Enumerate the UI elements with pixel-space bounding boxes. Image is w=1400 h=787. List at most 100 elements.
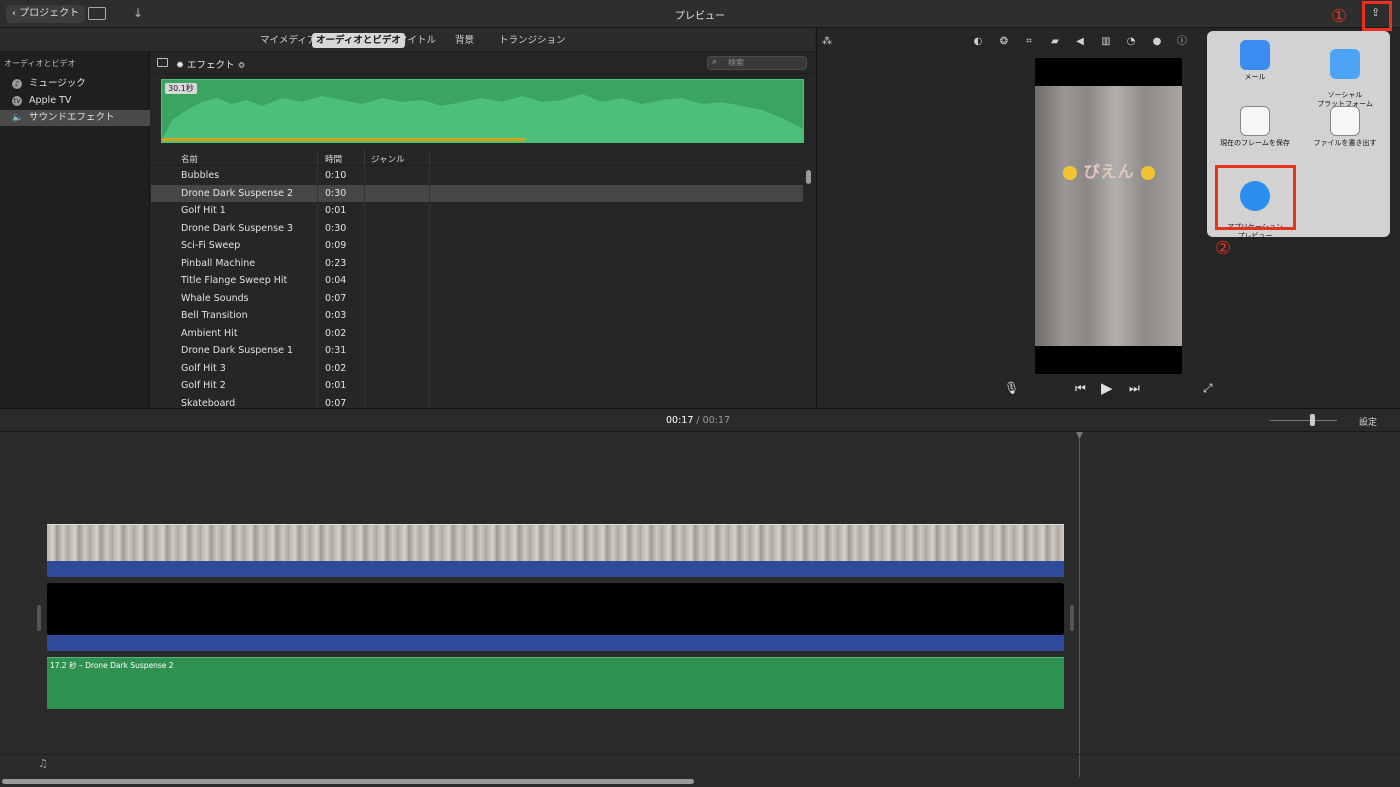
tab-backgrounds[interactable]: 背景 <box>451 33 478 48</box>
list-item[interactable]: Ambient Hit 0:02 <box>151 325 803 343</box>
playhead-marker[interactable] <box>1076 432 1083 439</box>
list-item[interactable]: Drone Dark Suspense 1 0:31 <box>151 342 803 360</box>
sidebar-toggle-icon[interactable] <box>157 58 168 67</box>
search-input[interactable]: 検索 <box>707 56 807 70</box>
toolbar: ‹ プロジェクト ↓ プレビュー <box>0 0 1400 28</box>
time-separator: / <box>696 415 700 426</box>
color-balance-icon[interactable]: ◐ <box>972 36 984 48</box>
timeline-scrollbar[interactable] <box>2 779 694 784</box>
sidebar: オーディオとビデオ ♪ ミュージック tv Apple TV 🔈 サウンドエフェ… <box>0 52 150 408</box>
item-name: Drone Dark Suspense 3 <box>181 222 294 234</box>
window-title: プレビュー <box>675 11 725 22</box>
column-genre[interactable]: ジャンル <box>371 153 405 165</box>
settings-button[interactable]: 設定 <box>1359 415 1377 428</box>
media-browser: ✹ エフェクト ≎ 検索 ⌕ 30.1秒 名前 時間 ジャンル Bubbles 0… <box>151 52 815 408</box>
list-item[interactable]: Pinball Machine 0:23 <box>151 255 803 273</box>
zoom-slider[interactable] <box>1270 420 1337 421</box>
timeline-toolbar: 00:17 / 00:17 設定 <box>0 408 1400 432</box>
list-item[interactable]: Bell Transition 0:03 <box>151 307 803 325</box>
list-item[interactable]: Golf Hit 1 0:01 <box>151 202 803 220</box>
item-time: 0:04 <box>325 275 347 286</box>
volume-icon[interactable]: ◀ <box>1074 36 1086 48</box>
trim-handle-right[interactable] <box>1070 605 1074 631</box>
list-item[interactable]: Whale Sounds 0:07 <box>151 290 803 308</box>
annotation-1: ① <box>1331 6 1348 27</box>
category-popup[interactable]: ✹ エフェクト ≎ <box>176 57 245 71</box>
column-divider <box>429 167 430 408</box>
share-social[interactable]: ソーシャル プラットフォーム <box>1300 40 1390 109</box>
column-duration[interactable]: 時間 <box>325 153 342 165</box>
item-time: 0:07 <box>325 397 347 409</box>
noise-reduction-icon[interactable]: ● <box>1151 36 1163 48</box>
column-name[interactable]: 名前 <box>181 153 198 165</box>
magic-wand-icon[interactable]: ⁂ <box>821 36 833 48</box>
sidebar-item-sound-effects[interactable]: 🔈 サウンドエフェクト <box>0 110 150 126</box>
info-icon[interactable]: ⓘ <box>1176 36 1188 48</box>
item-time: 0:01 <box>325 380 347 391</box>
item-name: Title Flange Sweep Hit <box>181 275 288 286</box>
item-name: Ambient Hit <box>181 327 238 339</box>
waveform-preview[interactable]: 30.1秒 <box>161 79 804 143</box>
selection-range[interactable] <box>162 138 526 141</box>
sparkle-icon: ✹ <box>176 60 187 71</box>
video-frame: ぴえん <box>1035 86 1182 346</box>
list-item[interactable]: Golf Hit 3 0:02 <box>151 360 803 378</box>
list-scrollbar[interactable] <box>806 170 811 184</box>
sidebar-item-music[interactable]: ♪ ミュージック <box>0 76 150 92</box>
equalizer-icon[interactable]: ▥ <box>1100 36 1112 48</box>
total-time: 00:17 <box>702 415 731 426</box>
share-button[interactable]: ⇪ <box>1362 1 1392 31</box>
tab-my-media[interactable]: マイメディア <box>256 33 320 48</box>
share-export-file[interactable]: ファイルを書き出す <box>1300 106 1390 148</box>
color-palette-icon[interactable]: ❂ <box>998 36 1010 48</box>
list-item[interactable]: Drone Dark Suspense 3 0:30 <box>151 220 803 238</box>
share-email-label: メール <box>1244 73 1266 81</box>
list-header: 名前 時間 ジャンル <box>151 150 803 166</box>
microphone-icon[interactable]: 🎙 <box>1004 381 1019 395</box>
crop-icon[interactable]: ⌗ <box>1023 36 1035 48</box>
sidebar-item-label: ミュージック <box>29 78 86 89</box>
black-clip[interactable] <box>47 583 1064 635</box>
item-time: 0:07 <box>325 292 347 304</box>
tab-titles[interactable]: タイトル <box>394 33 440 48</box>
search-icon: ⌕ <box>712 57 718 67</box>
sidebar-item-appletv[interactable]: tv Apple TV <box>0 93 150 109</box>
sound-list: Bubbles 0:10 Drone Dark Suspense 2 0:30 Go… <box>151 167 803 408</box>
audio-clip-label: 17.2 秒 – Drone Dark Suspense 2 <box>50 661 174 670</box>
video-preview: ぴえん <box>1035 58 1182 374</box>
item-name: Drone Dark Suspense 1 <box>181 345 294 356</box>
play-button[interactable]: ▶ <box>1101 379 1113 397</box>
item-name: Golf Hit 2 <box>181 380 226 391</box>
appletv-icon: tv <box>12 96 22 106</box>
zoom-slider-knob[interactable] <box>1310 414 1315 426</box>
timecode: 00:17 / 00:17 <box>666 415 730 426</box>
list-item[interactable]: Bubbles 0:10 <box>151 167 803 185</box>
share-save-frame-label: 現在のフレームを保存 <box>1220 139 1290 147</box>
list-item[interactable]: Skateboard 0:07 <box>151 395 803 409</box>
audio-clip[interactable]: 17.2 秒 – Drone Dark Suspense 2 <box>47 657 1064 709</box>
waveform-duration-badge: 30.1秒 <box>165 83 197 94</box>
mail-icon <box>1240 40 1270 70</box>
fullscreen-icon[interactable]: ⤢ <box>1203 381 1213 396</box>
skip-back-icon[interactable]: ⏮ <box>1075 381 1086 396</box>
tab-audio-video[interactable]: オーディオとビデオ <box>312 33 405 48</box>
sidebar-heading: オーディオとビデオ <box>4 59 76 68</box>
speed-icon[interactable]: ◔ <box>1125 36 1137 48</box>
list-item[interactable]: Title Flange Sweep Hit 0:04 <box>151 272 803 290</box>
camera-stabilization-icon[interactable]: ▰ <box>1049 36 1061 48</box>
playhead[interactable] <box>1079 432 1080 777</box>
list-item-selected[interactable]: Drone Dark Suspense 2 0:30 <box>151 184 803 202</box>
share-save-frame[interactable]: 現在のフレームを保存 <box>1210 106 1300 148</box>
browser-header: ✹ エフェクト ≎ 検索 ⌕ <box>151 52 815 74</box>
highlight-box <box>1215 165 1296 230</box>
social-icon <box>1330 49 1360 79</box>
item-name: Whale Sounds <box>181 292 249 304</box>
trim-handle-left[interactable] <box>37 605 41 631</box>
column-divider <box>317 150 318 166</box>
list-item[interactable]: Golf Hit 2 0:01 <box>151 377 803 395</box>
item-name: Bell Transition <box>181 310 248 321</box>
share-email[interactable]: メール <box>1210 40 1300 82</box>
skip-forward-icon[interactable]: ⏭ <box>1129 381 1140 396</box>
list-item[interactable]: Sci-Fi Sweep 0:09 <box>151 237 803 255</box>
tab-transitions[interactable]: トランジション <box>495 33 570 48</box>
